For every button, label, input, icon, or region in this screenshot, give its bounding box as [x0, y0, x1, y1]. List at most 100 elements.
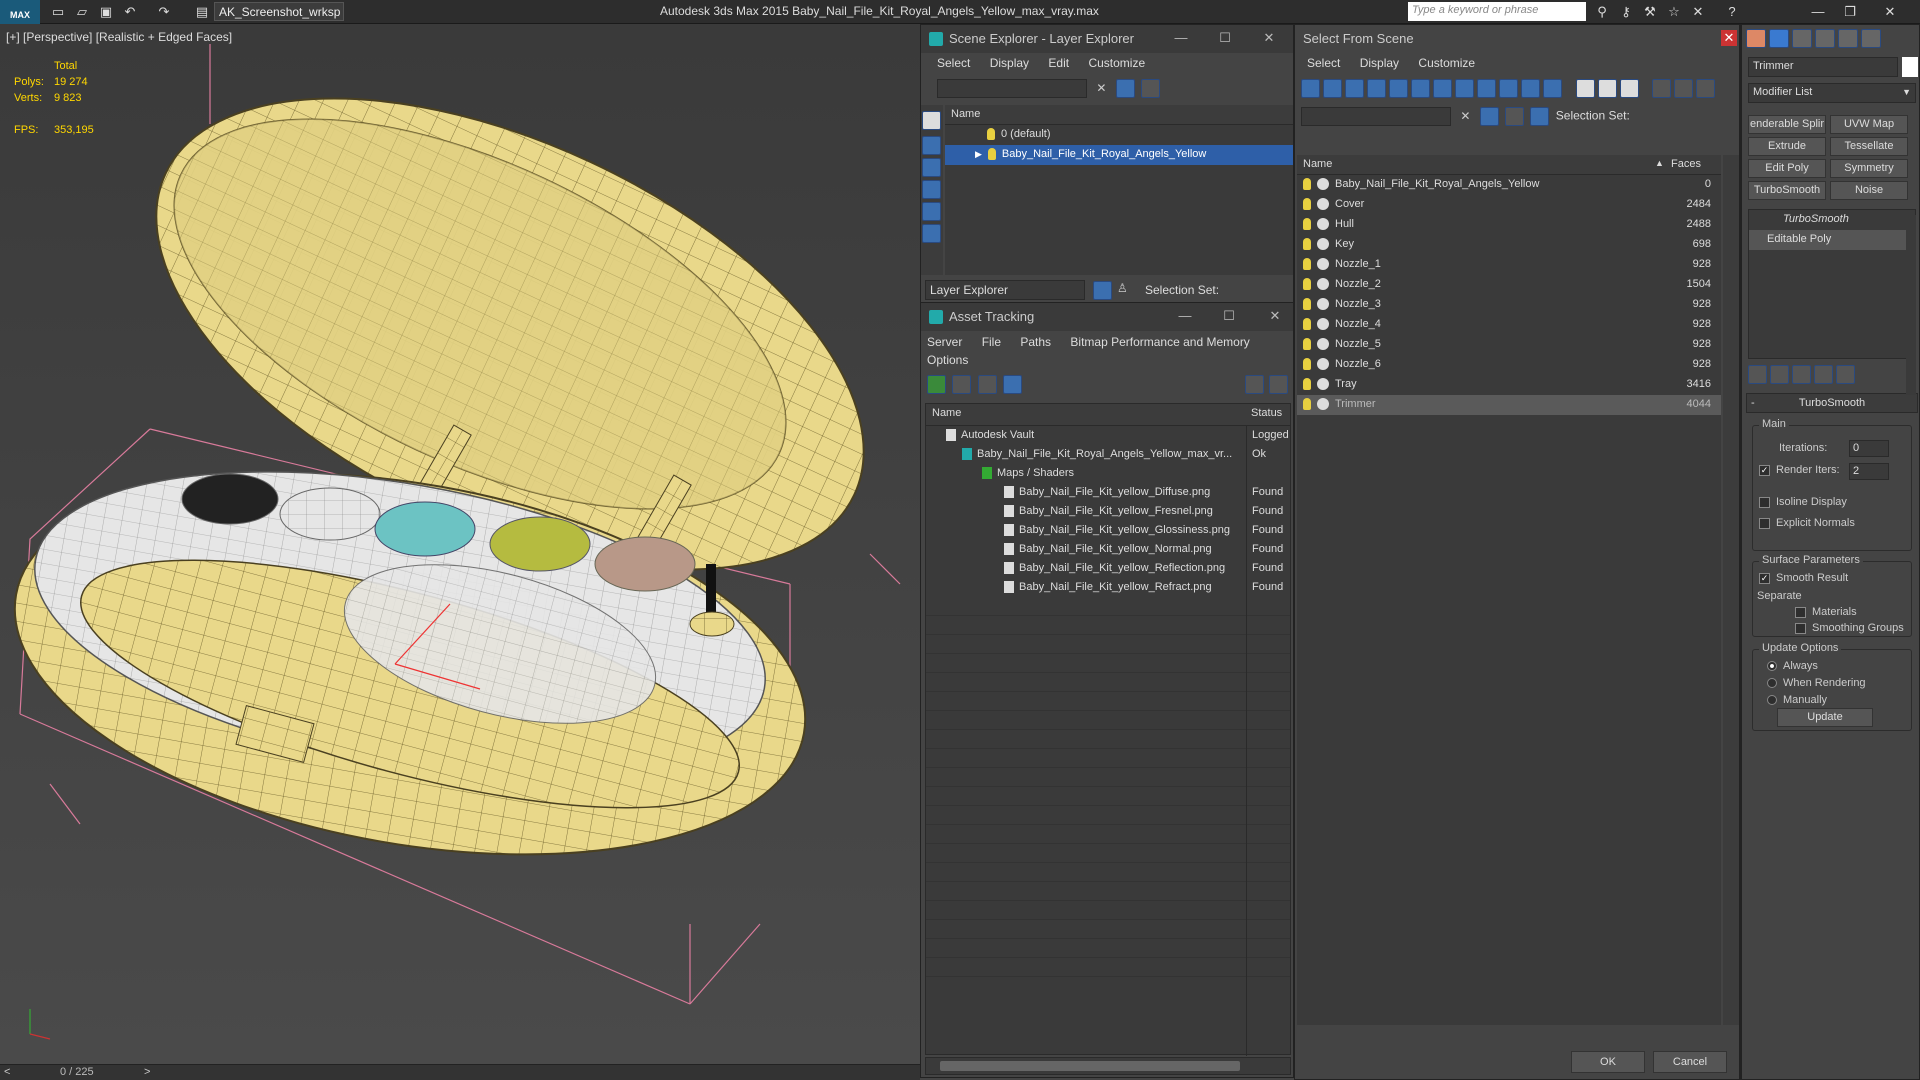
- asset-row[interactable]: Maps / Shaders: [926, 464, 1290, 483]
- settings-icon[interactable]: [1269, 375, 1288, 394]
- binoculars-icon[interactable]: ⚲: [1592, 2, 1612, 22]
- visibility-bulb-icon[interactable]: [1303, 358, 1311, 371]
- isoline-display-row[interactable]: Isoline Display: [1759, 496, 1847, 508]
- scene-object-row[interactable]: Nozzle_5 928: [1297, 335, 1721, 355]
- clear-search-icon[interactable]: ✕: [1096, 81, 1106, 95]
- minimize-icon[interactable]: —: [1177, 308, 1193, 324]
- visibility-bulb-icon[interactable]: [1303, 378, 1311, 391]
- scene-object-row[interactable]: Nozzle_3 928: [1297, 295, 1721, 315]
- layer-icon[interactable]: [1505, 107, 1525, 126]
- tessellate-button[interactable]: Tessellate: [1830, 137, 1908, 156]
- col-faces-header[interactable]: Faces: [1671, 158, 1701, 170]
- smooth-result-checkbox[interactable]: ✓: [1759, 572, 1770, 584]
- help-icon[interactable]: [1245, 375, 1264, 394]
- object-name-field[interactable]: Trimmer: [1748, 57, 1898, 77]
- object-list-scrollbar[interactable]: [1723, 155, 1739, 1025]
- visibility-bulb-icon[interactable]: [987, 128, 995, 141]
- asset-row[interactable]: Baby_Nail_File_Kit_yellow_Reflection.png…: [926, 559, 1290, 578]
- maximize-icon[interactable]: ☐: [1221, 308, 1237, 324]
- select-all-icon[interactable]: [1576, 79, 1596, 98]
- asset-row[interactable]: Baby_Nail_File_Kit_yellow_Glossiness.png…: [926, 521, 1290, 540]
- col-name-header[interactable]: Name: [932, 407, 961, 419]
- make-unique-icon[interactable]: [1792, 365, 1811, 384]
- materials-row[interactable]: Materials: [1795, 606, 1857, 618]
- scene-explorer-search[interactable]: [937, 79, 1087, 98]
- select-from-scene-titlebar[interactable]: Select From Scene ✕: [1295, 25, 1739, 53]
- filter-frozen-icon[interactable]: [1521, 79, 1540, 98]
- help-icon[interactable]: ?: [1722, 2, 1742, 22]
- scene-object-row[interactable]: Nozzle_4 928: [1297, 315, 1721, 335]
- layer-list-header[interactable]: Name: [945, 105, 1293, 125]
- create-tab-icon[interactable]: [1746, 29, 1766, 48]
- iterations-spinner[interactable]: 0: [1849, 440, 1889, 457]
- renderable-spline-button[interactable]: enderable Splir: [1748, 115, 1826, 134]
- hierarchy-toggle-icon[interactable]: [1530, 107, 1550, 126]
- visibility-bulb-icon[interactable]: [987, 148, 996, 161]
- manually-row[interactable]: Manually: [1767, 694, 1827, 706]
- hierarchy-icon[interactable]: ♙: [1117, 281, 1128, 295]
- show-end-result-icon[interactable]: [1770, 365, 1789, 384]
- redo-icon[interactable]: ↷: [154, 2, 174, 22]
- turbosmooth-button[interactable]: TurboSmooth: [1748, 181, 1826, 200]
- filter-shapes-icon[interactable]: [1323, 79, 1342, 98]
- display-none-icon[interactable]: [922, 111, 941, 130]
- table-view-icon[interactable]: [1003, 375, 1023, 394]
- visibility-bulb-icon[interactable]: [1303, 258, 1311, 271]
- explicit-normals-checkbox[interactable]: [1759, 517, 1770, 529]
- asset-row[interactable]: Baby_Nail_File_Kit_yellow_Diffuse.png Fou…: [926, 483, 1290, 502]
- motion-tab-icon[interactable]: [1815, 29, 1835, 48]
- col-status-header[interactable]: Status: [1251, 407, 1282, 419]
- undo-icon[interactable]: ↶: [120, 2, 140, 22]
- star-icon[interactable]: ☆: [1664, 2, 1684, 22]
- key-icon[interactable]: ⚷: [1616, 2, 1636, 22]
- menu-file[interactable]: File: [982, 335, 1001, 349]
- menu-display[interactable]: Display: [990, 56, 1029, 70]
- close-icon[interactable]: ✕: [1261, 30, 1277, 46]
- stack-item-turbosmooth[interactable]: TurboSmooth: [1749, 210, 1915, 230]
- extrude-button[interactable]: Extrude: [1748, 137, 1826, 156]
- visibility-bulb-icon[interactable]: [1303, 318, 1311, 331]
- uvw-map-button[interactable]: UVW Map: [1830, 115, 1908, 134]
- update-button[interactable]: Update: [1777, 708, 1873, 727]
- asset-horizontal-scrollbar[interactable]: [925, 1057, 1291, 1075]
- project-folder-icon[interactable]: ▤: [192, 2, 212, 22]
- perspective-viewport[interactable]: [+] [Perspective] [Realistic + Edged Fac…: [0, 24, 920, 1064]
- maximize-icon[interactable]: ☐: [1217, 30, 1233, 46]
- command-panel-scrollbar[interactable]: [1906, 215, 1916, 395]
- visibility-bulb-icon[interactable]: [1303, 238, 1311, 251]
- filter-hidden-icon[interactable]: [1543, 79, 1562, 98]
- remove-modifier-icon[interactable]: [1814, 365, 1833, 384]
- scene-object-row[interactable]: Nozzle_6 928: [1297, 355, 1721, 375]
- filter-helpers-icon[interactable]: [1389, 79, 1408, 98]
- clear-search-icon[interactable]: ✕: [1460, 109, 1470, 123]
- refresh-icon[interactable]: [927, 375, 946, 394]
- sort-icon[interactable]: [1651, 79, 1671, 98]
- timeline-next-button[interactable]: >: [144, 1066, 150, 1078]
- object-color-swatch[interactable]: [1902, 57, 1918, 77]
- close-x-icon[interactable]: ✕: [1688, 2, 1708, 22]
- filter-containers-icon[interactable]: [1499, 79, 1518, 98]
- scene-object-row[interactable]: Baby_Nail_File_Kit_Royal_Angels_Yellow 0: [1297, 175, 1721, 195]
- ok-button[interactable]: OK: [1571, 1051, 1645, 1073]
- expand-arrow-icon[interactable]: ▶: [975, 149, 982, 159]
- asset-row[interactable]: Baby_Nail_File_Kit_yellow_Normal.png Foun…: [926, 540, 1290, 559]
- filter-icon[interactable]: [1479, 107, 1499, 126]
- asset-tracking-titlebar[interactable]: Asset Tracking — ☐ ✕: [921, 303, 1293, 331]
- scene-search-input[interactable]: [1301, 107, 1451, 126]
- materials-checkbox[interactable]: [1795, 606, 1806, 618]
- open-file-icon[interactable]: ▱: [72, 2, 92, 22]
- noise-button[interactable]: Noise: [1830, 181, 1908, 200]
- filter-lights-icon[interactable]: [1345, 79, 1364, 98]
- filter-geometry-icon[interactable]: [1301, 79, 1320, 98]
- layer-explorer-icon[interactable]: [1093, 281, 1112, 300]
- menu-edit[interactable]: Edit: [1048, 56, 1069, 70]
- hierarchy-icon[interactable]: [1673, 79, 1693, 98]
- menu-options[interactable]: Options: [927, 353, 968, 367]
- scene-object-row[interactable]: Nozzle_2 1504: [1297, 275, 1721, 295]
- modify-tab-icon[interactable]: [1769, 29, 1789, 48]
- scene-explorer-titlebar[interactable]: Scene Explorer - Layer Explorer — ☐ ✕: [921, 25, 1293, 53]
- layer-row-default[interactable]: 0 (default): [945, 125, 1293, 145]
- scene-object-row[interactable]: Nozzle_1 928: [1297, 255, 1721, 275]
- filter-bones-icon[interactable]: [1477, 79, 1496, 98]
- always-row[interactable]: Always: [1767, 660, 1818, 672]
